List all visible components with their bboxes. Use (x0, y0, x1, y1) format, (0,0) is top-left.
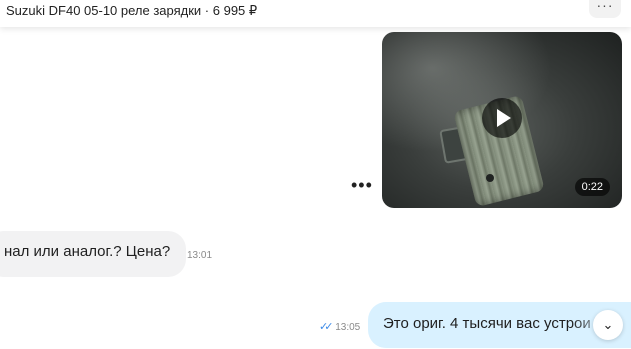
video-thumbnail-hole (486, 174, 494, 182)
video-duration: 0:22 (574, 178, 610, 196)
listing-title[interactable]: Suzuki DF40 05-10 реле зарядки · 6 995 ₽ (6, 3, 257, 19)
chevron-down-icon: ⌄ (602, 317, 614, 332)
more-horizontal-icon: ··· (596, 0, 614, 13)
video-message[interactable]: 0:22 (382, 32, 622, 208)
scroll-down-button[interactable]: ⌄ (593, 310, 623, 340)
chat-header: Suzuki DF40 05-10 реле зарядки · 6 995 ₽… (0, 0, 631, 27)
message-options-icon[interactable]: ••• (351, 176, 373, 194)
incoming-message-time: 13:01 (187, 250, 213, 261)
chat-page: Suzuki DF40 05-10 реле зарядки · 6 995 ₽… (0, 0, 631, 349)
incoming-message-text: нал или аналог.? Цена? (4, 243, 171, 260)
outgoing-message-bubble: Это ориг. 4 тысячи вас устрои (368, 302, 631, 348)
double-check-icon: ✓✓ (319, 321, 334, 333)
outgoing-message-status: ✓✓ 13:05 (319, 320, 360, 333)
outgoing-message-text: Это ориг. 4 тысячи вас устрои (383, 315, 591, 332)
outgoing-message-time: 13:05 (335, 322, 361, 333)
more-menu-button[interactable]: ··· (589, 0, 621, 18)
play-icon[interactable] (482, 98, 522, 138)
incoming-message-bubble: нал или аналог.? Цена? (0, 231, 187, 277)
